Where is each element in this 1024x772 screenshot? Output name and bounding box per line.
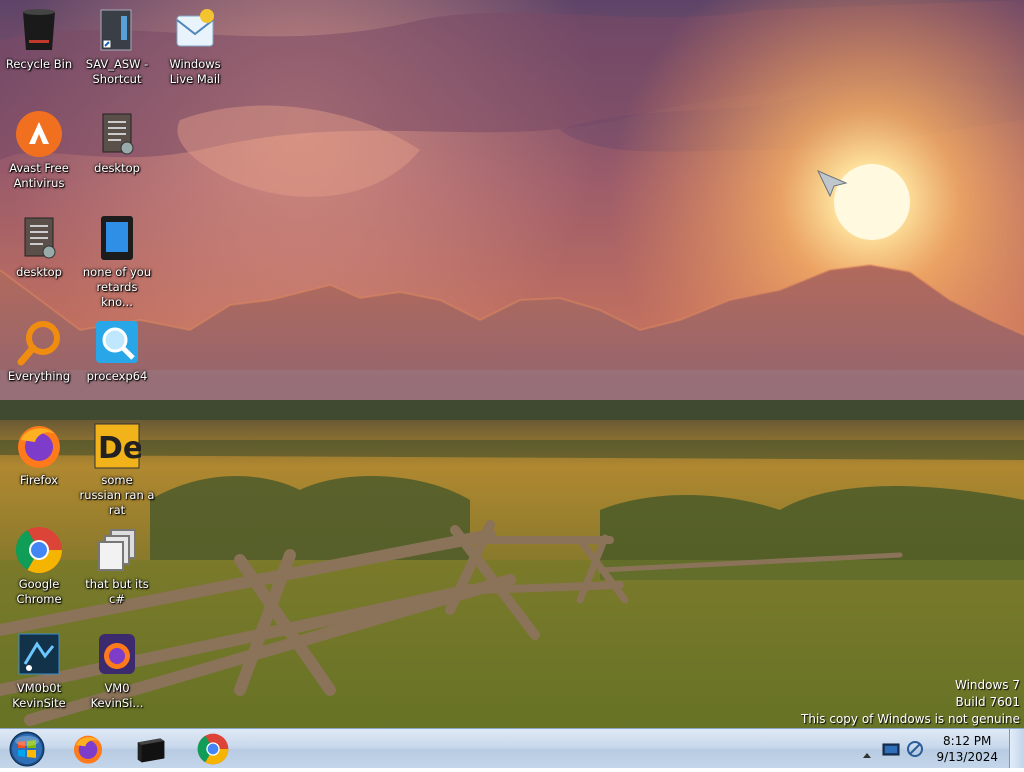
- recycle-bin-icon: [15, 6, 63, 54]
- taskbar: 8:12 PM 9/13/2024: [0, 728, 1024, 768]
- taskbar-firefox[interactable]: [60, 730, 116, 768]
- desktop-icon-label: VM0 KevinSi...: [90, 681, 144, 710]
- desktop-icon-some-russian[interactable]: De some russian ran a rat: [79, 422, 155, 518]
- desktop-icon-firefox[interactable]: Firefox: [1, 422, 77, 488]
- text-file-icon: [93, 110, 141, 158]
- svg-text:De: De: [98, 431, 141, 466]
- desktop-icon-desktop-file-2[interactable]: desktop: [1, 214, 77, 280]
- desktop-icon-avast[interactable]: Avast Free Antivirus: [1, 110, 77, 191]
- watermark-build: Build 7601: [955, 695, 1020, 709]
- desktop-icon-label: Avast Free Antivirus: [9, 161, 69, 190]
- show-hidden-icons-chevron[interactable]: [862, 744, 872, 763]
- desktop-icon-vm0b0t-kevinsite[interactable]: VM0b0t KevinSite: [1, 630, 77, 711]
- system-tray: 8:12 PM 9/13/2024: [858, 729, 1024, 769]
- taskbar-chrome[interactable]: [185, 730, 241, 768]
- terminal-icon: [137, 738, 165, 763]
- desktop-icon-label: none of you retards kno...: [82, 265, 152, 309]
- desktop-icon-label: SAV_ASW - Shortcut: [85, 57, 149, 86]
- shortcut-file-icon: [93, 6, 141, 54]
- desktop-icon-label: Google Chrome: [16, 577, 62, 606]
- desktop-icon-label: Firefox: [19, 473, 59, 487]
- desktop-icon-label: desktop: [94, 161, 140, 175]
- start-button[interactable]: [4, 730, 50, 768]
- clock-time: 8:12 PM: [943, 734, 992, 748]
- desktop-icon-windows-live-mail[interactable]: Windows Live Mail: [157, 6, 233, 87]
- copy-pages-icon: [93, 526, 141, 574]
- watermark-os-name: Windows 7: [954, 678, 1020, 692]
- everything-search-icon: [15, 318, 63, 366]
- process-explorer-icon: [93, 318, 141, 366]
- desktop-icon-label: Everything: [7, 369, 71, 383]
- desktop-icon-label: VM0b0t KevinSite: [12, 681, 66, 710]
- desktop-icon-vm0-kevinsite[interactable]: VM0 KevinSi...: [79, 630, 155, 711]
- show-desktop-button[interactable]: [1009, 729, 1024, 768]
- text-file-icon: [15, 214, 63, 262]
- chrome-icon: [197, 733, 229, 765]
- clock-date: 9/13/2024: [936, 750, 998, 764]
- chrome-icon: [15, 526, 63, 574]
- desktop-icon-label: Windows Live Mail: [169, 57, 221, 86]
- desktop-icon-google-chrome[interactable]: Google Chrome: [1, 526, 77, 607]
- de-icon: De: [93, 422, 143, 470]
- desktop-icon-procexp64[interactable]: procexp64: [79, 318, 155, 384]
- watermark-not-genuine: This copy of Windows is not genuine: [801, 712, 1020, 726]
- desktop-icon-recycle-bin[interactable]: Recycle Bin: [1, 6, 77, 72]
- vm-site-icon: [15, 630, 63, 678]
- desktop-icon-none-of-you[interactable]: none of you retards kno...: [79, 214, 155, 310]
- desktop-icon-sav-asw-shortcut[interactable]: SAV_ASW - Shortcut: [79, 6, 155, 87]
- desktop-icon-desktop-file-1[interactable]: desktop: [79, 110, 155, 176]
- network-icon[interactable]: [906, 740, 924, 762]
- desktop-icon-that-but-its-csharp[interactable]: that but its c#: [79, 526, 155, 607]
- desktop-icon-label: that but its c#: [85, 577, 149, 606]
- desktop-icon-label: desktop: [16, 265, 62, 279]
- desktop-icon-label: procexp64: [86, 369, 148, 383]
- avast-icon: [15, 110, 63, 158]
- firefox-profile-icon: [93, 630, 141, 678]
- tablet-icon: [93, 214, 141, 262]
- taskbar-terminal[interactable]: [123, 730, 179, 768]
- desktop-icon-label: some russian ran a rat: [79, 473, 155, 517]
- windows-live-mail-icon: [171, 6, 219, 54]
- desktop-icon-everything[interactable]: Everything: [1, 318, 77, 384]
- windows-watermark: Windows 7 Build 7601 This copy of Window…: [801, 677, 1020, 728]
- network-monitor-icon[interactable]: [882, 742, 900, 761]
- firefox-icon: [74, 735, 102, 764]
- clock[interactable]: 8:12 PM 9/13/2024: [936, 733, 998, 765]
- desktop-icon-label: Recycle Bin: [5, 57, 73, 71]
- firefox-icon: [15, 422, 63, 470]
